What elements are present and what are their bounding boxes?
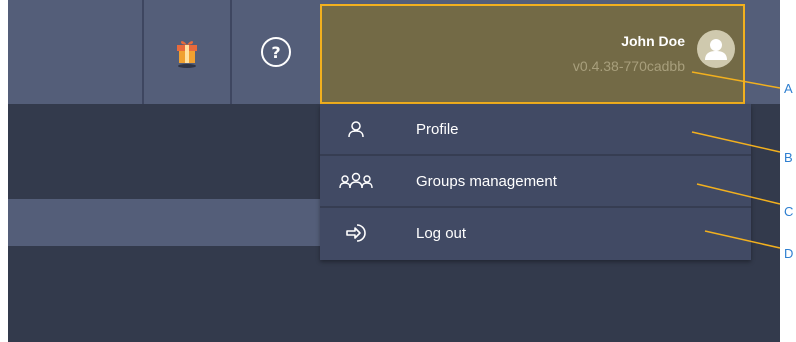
callout-line-b [691,131,781,153]
callout-line-c [696,183,781,205]
callout-b: B [784,150,793,165]
callout-lines [691,71,781,249]
callout-line-d [704,230,781,249]
callout-line-a [691,71,781,89]
callout-c: C [784,204,794,219]
callout-d: D [784,246,794,261]
callout-a: A [784,81,793,96]
